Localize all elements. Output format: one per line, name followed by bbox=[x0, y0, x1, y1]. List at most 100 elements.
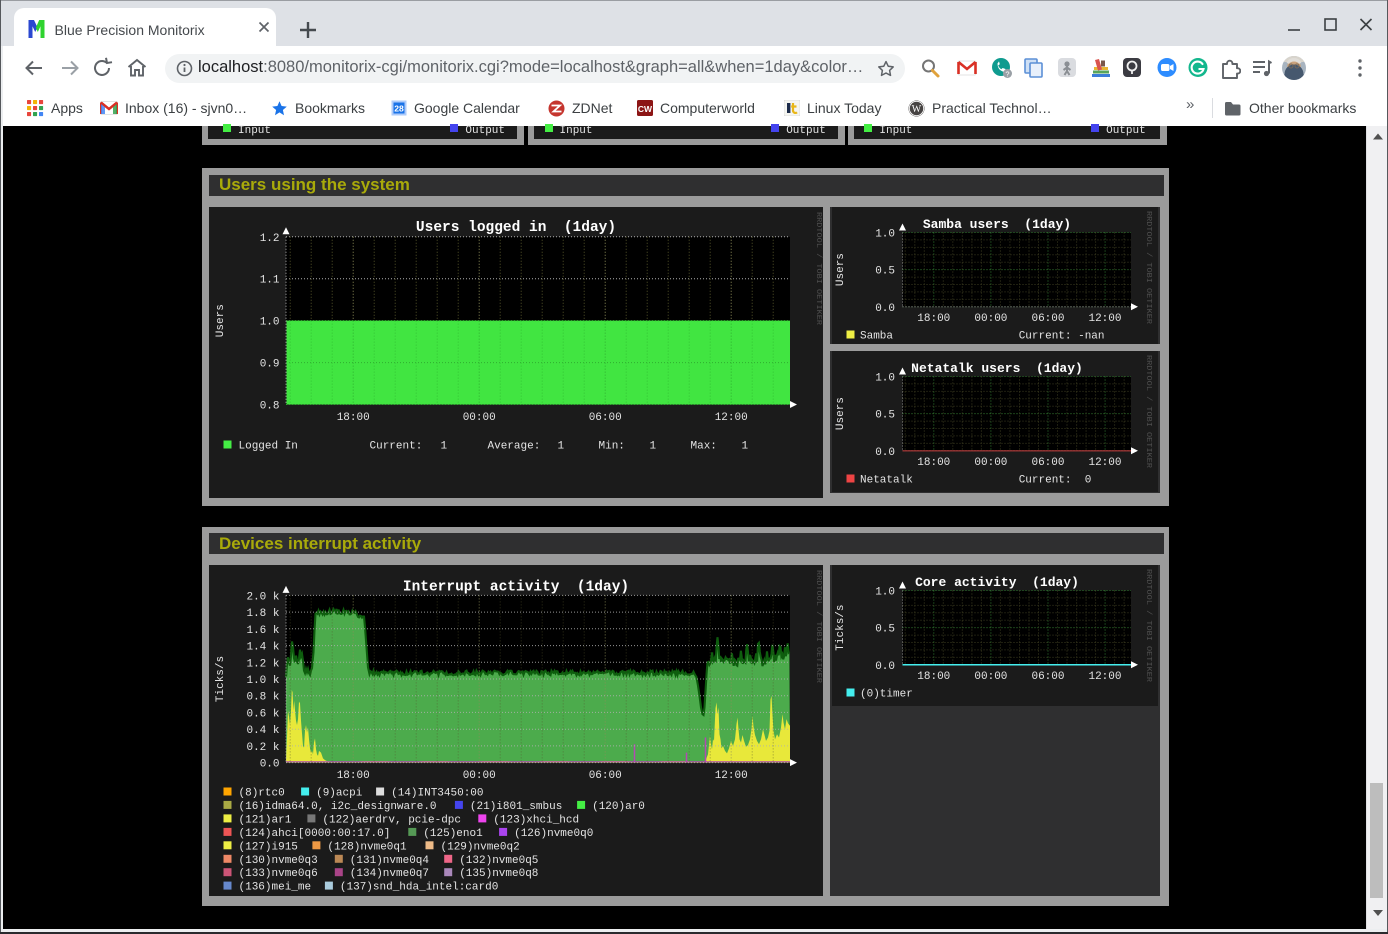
svg-text:00:00: 00:00 bbox=[462, 770, 495, 782]
svg-text:0.0: 0.0 bbox=[875, 446, 895, 458]
svg-text:(126)nvme0q0: (126)nvme0q0 bbox=[514, 827, 593, 839]
svg-text:Current:: Current: bbox=[369, 440, 422, 452]
svg-text:Logged In: Logged In bbox=[238, 440, 297, 452]
svg-text:0.2 k: 0.2 k bbox=[246, 741, 279, 753]
svg-text:(120)ar0: (120)ar0 bbox=[592, 800, 645, 812]
svg-text:RRDTOOL / TOBI OETIKER: RRDTOOL / TOBI OETIKER bbox=[1144, 355, 1152, 468]
svg-text:00:00: 00:00 bbox=[974, 671, 1007, 683]
svg-text:1: 1 bbox=[741, 440, 748, 452]
svg-text:12:00: 12:00 bbox=[714, 412, 747, 424]
svg-text:1.8 k: 1.8 k bbox=[246, 608, 279, 620]
svg-text:(128)nvme0q1: (128)nvme0q1 bbox=[327, 841, 407, 853]
svg-text:(129)nvme0q2: (129)nvme0q2 bbox=[440, 841, 519, 853]
svg-text:1.1: 1.1 bbox=[259, 274, 279, 286]
svg-text:12:00: 12:00 bbox=[1088, 313, 1121, 325]
svg-text:(121)ar1: (121)ar1 bbox=[238, 814, 291, 826]
svg-text:(136)mei_me: (136)mei_me bbox=[238, 881, 311, 893]
svg-text:RRDTOOL / TOBI OETIKER: RRDTOOL / TOBI OETIKER bbox=[1144, 211, 1152, 324]
svg-text:(131)nvme0q4: (131)nvme0q4 bbox=[349, 854, 429, 866]
svg-text:1.4 k: 1.4 k bbox=[246, 641, 279, 653]
svg-text:06:00: 06:00 bbox=[588, 412, 621, 424]
svg-text:0.9: 0.9 bbox=[259, 358, 279, 370]
svg-text:1.0: 1.0 bbox=[875, 228, 895, 240]
svg-text:(125)eno1: (125)eno1 bbox=[423, 827, 483, 839]
svg-text:Min:: Min: bbox=[598, 440, 624, 452]
svg-text:Interrupt activity (1day): Interrupt activity (1day) bbox=[402, 579, 628, 595]
svg-text:06:00: 06:00 bbox=[1031, 457, 1064, 469]
svg-text:28: 28 bbox=[394, 104, 404, 114]
svg-text:(135)nvme0q8: (135)nvme0q8 bbox=[459, 868, 538, 880]
svg-text:CW: CW bbox=[638, 104, 653, 114]
svg-text:1.0 k: 1.0 k bbox=[246, 675, 279, 687]
svg-text:18:00: 18:00 bbox=[917, 457, 950, 469]
svg-text:12:00: 12:00 bbox=[1088, 457, 1121, 469]
svg-text:(16)idma64.0, i2c_designware.0: (16)idma64.0, i2c_designware.0 bbox=[238, 800, 436, 812]
svg-text:0.5: 0.5 bbox=[875, 623, 895, 635]
svg-text:(21)i801_smbus: (21)i801_smbus bbox=[469, 800, 561, 812]
svg-text:0.0: 0.0 bbox=[875, 302, 895, 314]
svg-text:1.0: 1.0 bbox=[875, 586, 895, 598]
svg-text:1: 1 bbox=[557, 440, 564, 452]
svg-text:06:00: 06:00 bbox=[588, 770, 621, 782]
svg-text:Core activity (1day): Core activity (1day) bbox=[915, 575, 1079, 590]
svg-text:Max:: Max: bbox=[690, 440, 716, 452]
svg-text:?: ? bbox=[1005, 69, 1009, 78]
svg-text:12:00: 12:00 bbox=[714, 770, 747, 782]
svg-text:Average:: Average: bbox=[487, 440, 540, 452]
svg-text:18:00: 18:00 bbox=[336, 412, 369, 424]
svg-text:Current: 0: Current: 0 bbox=[1019, 474, 1092, 486]
svg-text:W: W bbox=[912, 104, 922, 115]
svg-text:0.8 k: 0.8 k bbox=[246, 691, 279, 703]
svg-text:(8)rtc0: (8)rtc0 bbox=[238, 787, 284, 799]
svg-text:(123)xhci_hcd: (123)xhci_hcd bbox=[493, 814, 579, 826]
svg-text:1: 1 bbox=[440, 440, 447, 452]
svg-text:00:00: 00:00 bbox=[974, 313, 1007, 325]
svg-text:(0)timer: (0)timer bbox=[860, 688, 913, 700]
svg-text:(133)nvme0q6: (133)nvme0q6 bbox=[238, 868, 317, 880]
svg-text:Users: Users bbox=[835, 397, 847, 430]
svg-text:(127)i915: (127)i915 bbox=[238, 841, 297, 853]
svg-text:12:00: 12:00 bbox=[1088, 671, 1121, 683]
svg-text:00:00: 00:00 bbox=[974, 457, 1007, 469]
svg-text:00:00: 00:00 bbox=[462, 412, 495, 424]
svg-text:0.0: 0.0 bbox=[875, 660, 895, 672]
svg-text:2.0 k: 2.0 k bbox=[246, 591, 279, 603]
svg-text:Ticks/s: Ticks/s bbox=[835, 604, 847, 650]
svg-text:(134)nvme0q7: (134)nvme0q7 bbox=[349, 868, 428, 880]
svg-text:1.6 k: 1.6 k bbox=[246, 624, 279, 636]
svg-text:06:00: 06:00 bbox=[1031, 671, 1064, 683]
svg-text:Users: Users bbox=[215, 304, 227, 337]
svg-text:0.5: 0.5 bbox=[875, 409, 895, 421]
svg-text:RRDTOOL / TOBI OETIKER: RRDTOOL / TOBI OETIKER bbox=[814, 570, 822, 683]
svg-text:18:00: 18:00 bbox=[336, 770, 369, 782]
svg-text:Netatalk: Netatalk bbox=[860, 474, 913, 486]
svg-text:1.2: 1.2 bbox=[259, 232, 279, 244]
svg-text:Netatalk users (1day): Netatalk users (1day) bbox=[911, 361, 1083, 376]
svg-text:18:00: 18:00 bbox=[917, 671, 950, 683]
svg-text:Ticks/s: Ticks/s bbox=[215, 655, 227, 701]
svg-text:0.0: 0.0 bbox=[259, 758, 279, 770]
svg-text:(9)acpi: (9)acpi bbox=[316, 787, 363, 799]
svg-text:(132)nvme0q5: (132)nvme0q5 bbox=[459, 854, 538, 866]
svg-text:(130)nvme0q3: (130)nvme0q3 bbox=[238, 854, 317, 866]
svg-text:18:00: 18:00 bbox=[917, 313, 950, 325]
svg-text:(137)snd_hda_intel:card0: (137)snd_hda_intel:card0 bbox=[339, 881, 497, 893]
svg-text:Users: Users bbox=[835, 253, 847, 286]
svg-text:0.5: 0.5 bbox=[875, 265, 895, 277]
svg-text:0.8: 0.8 bbox=[259, 400, 279, 412]
svg-text:(124)ahci[0000:00:17.0]: (124)ahci[0000:00:17.0] bbox=[238, 827, 390, 839]
svg-text:1.2 k: 1.2 k bbox=[246, 658, 279, 670]
svg-text:1.0: 1.0 bbox=[259, 316, 279, 328]
svg-text:Users logged in (1day): Users logged in (1day) bbox=[415, 220, 615, 236]
svg-text:(14)INT3450:00: (14)INT3450:00 bbox=[391, 787, 483, 799]
svg-text:RRDTOOL / TOBI OETIKER: RRDTOOL / TOBI OETIKER bbox=[814, 212, 822, 325]
svg-text:1.0: 1.0 bbox=[875, 372, 895, 384]
svg-text:0.6 k: 0.6 k bbox=[246, 708, 279, 720]
svg-text:(122)aerdrv, pcie-dpc: (122)aerdrv, pcie-dpc bbox=[322, 814, 461, 826]
svg-text:0.4 k: 0.4 k bbox=[246, 725, 279, 737]
svg-text:1: 1 bbox=[649, 440, 656, 452]
svg-text:RRDTOOL / TOBI OETIKER: RRDTOOL / TOBI OETIKER bbox=[1144, 569, 1152, 682]
svg-text:Samba users (1day): Samba users (1day) bbox=[923, 217, 1071, 232]
svg-text:Samba: Samba bbox=[860, 330, 893, 342]
svg-text:Current: -nan: Current: -nan bbox=[1019, 330, 1105, 342]
